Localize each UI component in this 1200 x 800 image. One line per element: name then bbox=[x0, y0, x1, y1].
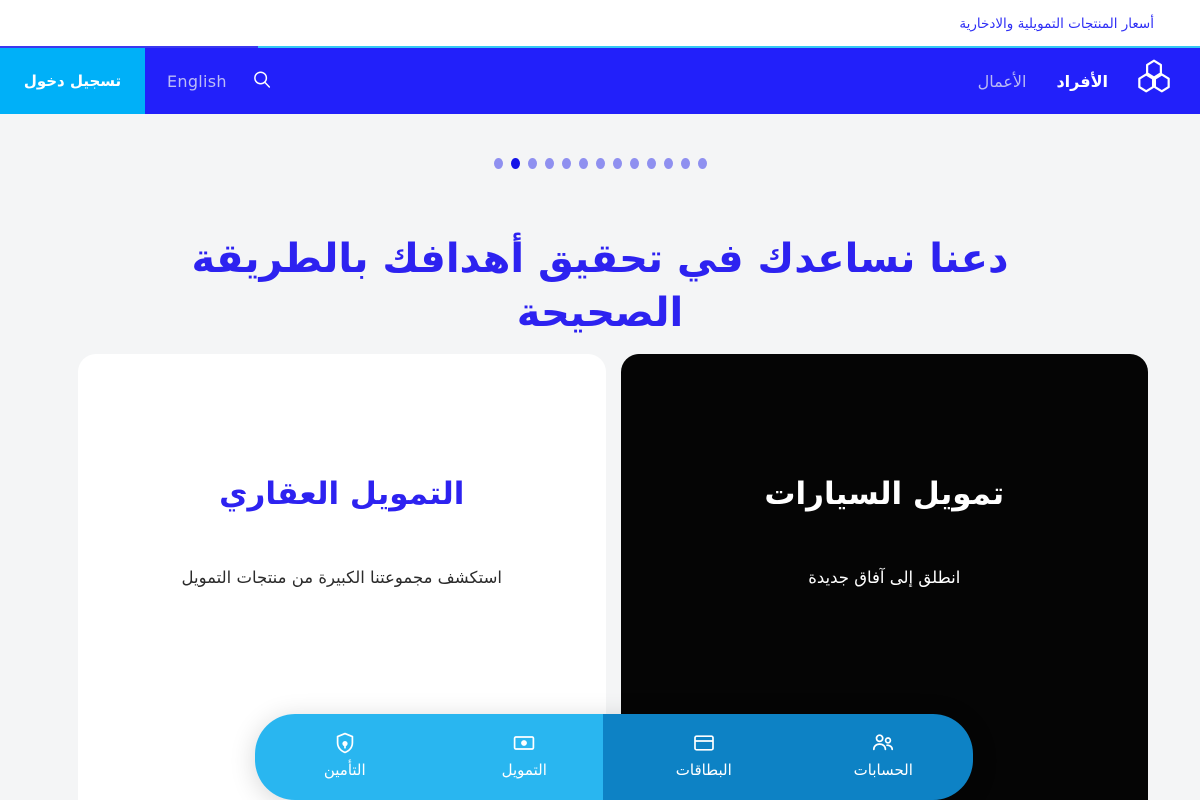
carousel-dot[interactable] bbox=[629, 158, 639, 169]
hero-headline: دعنا نساعدك في تحقيق أهدافك بالطريقة الص… bbox=[191, 236, 1009, 336]
card-subtitle: انطلق إلى آفاق جديدة bbox=[808, 568, 961, 588]
carousel-dot[interactable] bbox=[578, 158, 588, 169]
alrajhi-trefoil-logo-icon bbox=[1132, 57, 1176, 105]
card-subtitle: استكشف مجموعتنا الكبيرة من منتجات التموي… bbox=[181, 568, 503, 588]
carousel-dot[interactable] bbox=[544, 158, 554, 169]
bottom-nav-item-cards[interactable]: البطاقات bbox=[614, 714, 794, 778]
language-switch-english[interactable]: English bbox=[167, 72, 227, 91]
carousel-dot[interactable] bbox=[561, 158, 571, 169]
carousel-dot[interactable] bbox=[527, 158, 537, 169]
rates-link[interactable]: أسعار المنتجات التمويلية والادخارية bbox=[959, 16, 1154, 32]
carousel-dot[interactable] bbox=[612, 158, 622, 169]
carousel-dot[interactable] bbox=[680, 158, 690, 169]
card-body: تمويل السيارات انطلق إلى آفاق جديدة bbox=[621, 354, 1149, 591]
bottom-nav-item-financing[interactable]: التمويل bbox=[435, 714, 615, 778]
carousel-pagination-dots bbox=[0, 158, 1200, 169]
nav-menu: الأفراد الأعمال bbox=[978, 48, 1108, 114]
bottom-nav-label: البطاقات bbox=[675, 761, 732, 779]
carousel-dot[interactable] bbox=[595, 158, 605, 169]
search-icon bbox=[251, 69, 273, 94]
carousel-dot[interactable] bbox=[646, 158, 656, 169]
bottom-nav-item-insurance[interactable]: التأمين bbox=[255, 714, 435, 778]
bottom-nav-item-accounts[interactable]: الحسابات bbox=[794, 714, 974, 778]
bottom-nav-label: التمويل bbox=[501, 761, 547, 779]
card-title: التمويل العقاري bbox=[219, 476, 465, 512]
people-icon bbox=[871, 730, 895, 756]
carousel-dot[interactable] bbox=[697, 158, 707, 169]
banknote-icon bbox=[512, 730, 536, 756]
login-button[interactable]: تسجيل دخول bbox=[0, 48, 145, 114]
credit-card-icon bbox=[692, 730, 716, 756]
floating-bottom-nav: الحسابات البطاقات التمويل التأمين bbox=[255, 714, 973, 800]
brand-logo[interactable] bbox=[1108, 48, 1200, 114]
nav-item-business[interactable]: الأعمال bbox=[978, 72, 1027, 91]
nav-utilities-group: English bbox=[145, 48, 301, 114]
bottom-nav-label: الحسابات bbox=[853, 761, 913, 779]
shield-lock-icon bbox=[333, 730, 357, 756]
card-body: التمويل العقاري استكشف مجموعتنا الكبيرة … bbox=[78, 354, 606, 591]
top-utility-bar: أسعار المنتجات التمويلية والادخارية bbox=[0, 0, 1200, 48]
main-navigation: الأفراد الأعمال English تسجيل دخول bbox=[0, 48, 1200, 114]
carousel-dot-active[interactable] bbox=[510, 158, 520, 169]
card-title: تمويل السيارات bbox=[764, 476, 1005, 512]
search-button[interactable] bbox=[249, 68, 275, 94]
nav-item-individuals[interactable]: الأفراد bbox=[1056, 72, 1108, 91]
bottom-nav-label: التأمين bbox=[323, 761, 366, 779]
carousel-dot[interactable] bbox=[663, 158, 673, 169]
carousel-dot[interactable] bbox=[493, 158, 503, 169]
